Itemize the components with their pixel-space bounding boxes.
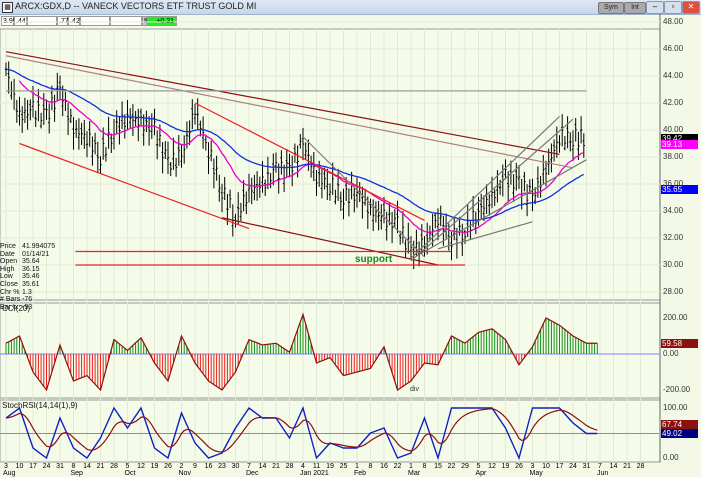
y-tick-label: 28.00 xyxy=(663,287,684,296)
x-tick-label: 8 xyxy=(368,463,373,470)
x-tick-label: 21 xyxy=(623,463,631,470)
y-tick-label: 0.00 xyxy=(663,349,679,358)
x-tick-label: 8 xyxy=(422,463,427,470)
crosshair-info-box: Price 41.994075 Date 01/14/21 Open 35.64 Hi… xyxy=(0,243,55,311)
x-tick-label: 5 xyxy=(125,463,130,470)
y-tick-label: 30.00 xyxy=(663,260,684,269)
x-tick-label: 12 xyxy=(488,463,496,470)
x-tick-label: 19 xyxy=(150,463,159,470)
y-tick-label: 48.00 xyxy=(663,17,684,26)
x-tick-label: 16 xyxy=(204,463,213,470)
cci-panel-title: CCI(20) xyxy=(2,304,31,313)
x-tick-label: 1 xyxy=(409,463,413,470)
x-tick-label: 22 xyxy=(393,463,402,470)
x-tick-label: 5 xyxy=(476,463,481,470)
x-tick-label: 3 xyxy=(4,463,8,470)
x-tick-label: 28 xyxy=(285,463,294,470)
support-annotation: support xyxy=(355,254,393,265)
y-tick-label: 200.00 xyxy=(663,313,688,322)
x-tick-label: 29 xyxy=(461,463,469,470)
x-month-label: Aug xyxy=(3,470,16,477)
x-month-label: Jun xyxy=(597,470,609,477)
y-tick-label: 34.00 xyxy=(663,206,684,215)
x-tick-label: 14 xyxy=(258,463,267,470)
x-tick-label: 8 xyxy=(71,463,76,470)
last-value-label: 59.58 xyxy=(661,339,698,349)
last-value-label: 67.74 xyxy=(661,420,698,430)
x-tick-label: 19 xyxy=(501,463,510,470)
x-month-label: Dec xyxy=(246,470,259,477)
x-month-label: Feb xyxy=(354,470,367,477)
y-tick-label: 0.00 xyxy=(663,453,679,462)
y-tick-label: 40.00 xyxy=(663,125,684,134)
x-month-label: Oct xyxy=(124,470,136,477)
info-row: Date 01/14/21 xyxy=(0,250,50,258)
y-tick-label: 38.00 xyxy=(663,152,684,161)
x-tick-label: 31 xyxy=(582,463,591,470)
x-tick-label: 23 xyxy=(218,463,226,470)
x-tick-label: 22 xyxy=(447,463,456,470)
x-month-label: Mar xyxy=(408,470,421,477)
x-tick-label: 7 xyxy=(598,463,602,470)
x-tick-label: 28 xyxy=(636,463,645,470)
x-month-label: Jan 2021 xyxy=(300,470,329,477)
x-tick-label: 26 xyxy=(164,463,172,470)
y-tick-label: 46.00 xyxy=(663,44,684,53)
x-tick-label: 30 xyxy=(231,463,240,470)
stochrsi-panel-title: StochRSI(14,14(1),9) xyxy=(2,401,78,410)
x-month-label: Nov xyxy=(178,470,191,477)
info-row: Low 35.46 xyxy=(0,273,40,281)
x-tick-label: 28 xyxy=(110,463,118,470)
chart-canvas[interactable] xyxy=(0,0,701,477)
info-row: Price 41.994075 xyxy=(0,243,56,250)
x-tick-label: 15 xyxy=(434,463,442,470)
x-tick-label: 10 xyxy=(542,463,550,470)
x-tick-label: 11 xyxy=(312,463,321,470)
y-tick-label: 32.00 xyxy=(663,233,684,242)
last-value-label: 49.02 xyxy=(661,429,698,439)
info-row: High 36.15 xyxy=(0,265,40,273)
x-tick-label: 19 xyxy=(326,463,334,470)
x-tick-label: 14 xyxy=(609,463,618,470)
info-row: Open 35.64 xyxy=(0,258,40,266)
x-tick-label: 31 xyxy=(56,463,64,470)
info-row: Close 35.61 xyxy=(0,280,40,288)
y-tick-label: 42.00 xyxy=(663,98,684,107)
x-month-label: Sep xyxy=(70,470,83,477)
last-value-label: 39.13 xyxy=(661,140,698,150)
x-tick-label: 16 xyxy=(380,463,388,470)
last-value-label: 35.65 xyxy=(661,184,698,194)
divergence-annotation: div xyxy=(410,386,419,393)
y-tick-label: 100.00 xyxy=(663,403,688,412)
x-tick-label: 24 xyxy=(569,463,577,470)
x-tick-label: 10 xyxy=(15,463,24,470)
y-tick-label: -200.00 xyxy=(663,385,691,394)
x-tick-label: 26 xyxy=(515,463,523,470)
x-month-label: Apr xyxy=(475,470,487,477)
x-tick-label: 17 xyxy=(29,463,37,470)
x-tick-label: 21 xyxy=(96,463,105,470)
x-tick-label: 9 xyxy=(193,463,197,470)
x-tick-label: 3 xyxy=(530,463,535,470)
x-tick-label: 1 xyxy=(355,463,359,470)
x-tick-label: 21 xyxy=(272,463,280,470)
info-row: # Bars -76 xyxy=(0,296,33,304)
x-month-label: May xyxy=(529,470,543,477)
x-tick-label: 2 xyxy=(179,463,184,470)
x-tick-label: 24 xyxy=(42,463,51,470)
x-tick-label: 12 xyxy=(137,463,145,470)
x-tick-label: 17 xyxy=(555,463,564,470)
x-tick-label: 7 xyxy=(247,463,251,470)
y-tick-label: 44.00 xyxy=(663,71,684,80)
x-tick-label: 4 xyxy=(301,463,305,470)
info-row: Chr % 1.3 xyxy=(0,288,32,296)
x-tick-label: 14 xyxy=(83,463,91,470)
x-tick-label: 25 xyxy=(339,463,348,470)
